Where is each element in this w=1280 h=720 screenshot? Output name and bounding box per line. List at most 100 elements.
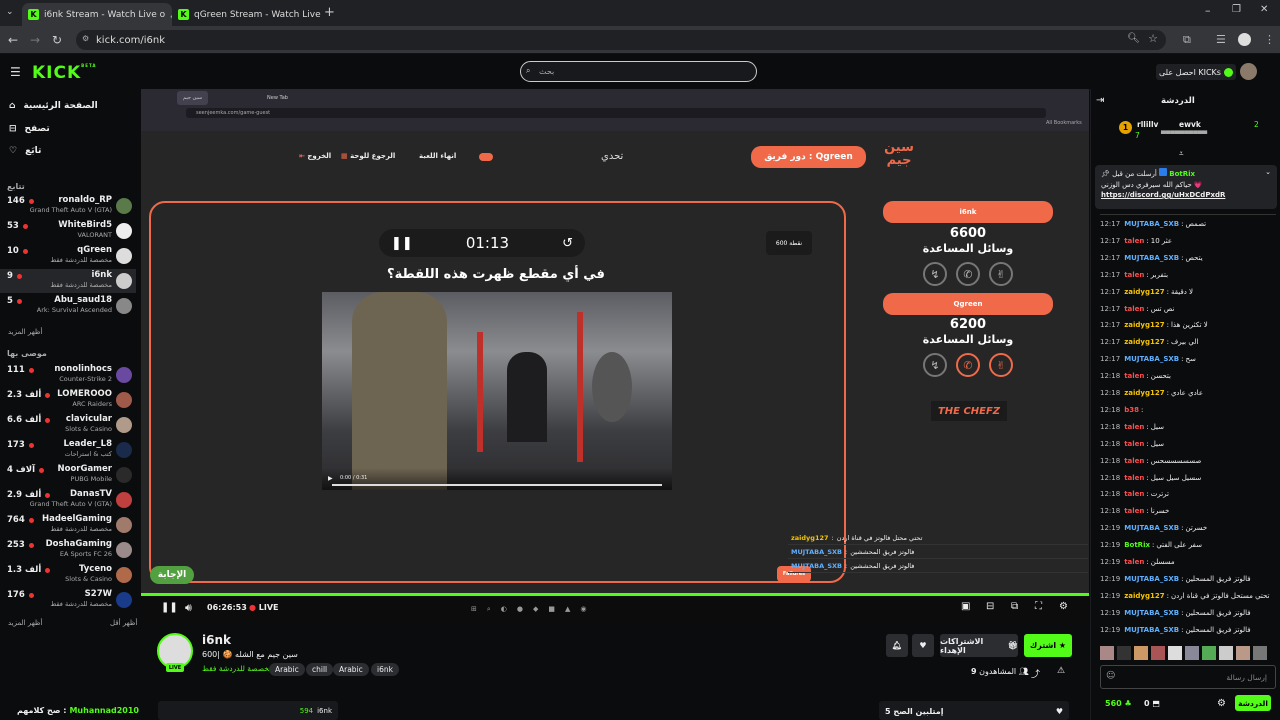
- player-progress[interactable]: [141, 593, 1089, 596]
- message-user[interactable]: MUJTABA_SXB: [1124, 609, 1179, 617]
- message-user[interactable]: MUJTABA_SXB: [1124, 575, 1179, 583]
- browser-tab-active[interactable]: K i6nk Stream - Watch Live o 🔈 ✕: [22, 3, 172, 26]
- message-user[interactable]: talen: [1124, 457, 1144, 465]
- sidebar-channel[interactable]: 2.3 ألف LOMEROOO ARC Raiders: [0, 388, 136, 412]
- back-icon[interactable]: ←: [8, 33, 18, 47]
- sidebar-channel-selected[interactable]: 9 i6nk مخصصة للدردشة فقط: [0, 269, 136, 293]
- channel-name[interactable]: i6nk: [202, 633, 231, 647]
- emote-icon[interactable]: [1185, 646, 1199, 660]
- minimize-icon[interactable]: –: [1205, 4, 1211, 17]
- message-user[interactable]: MUJTABA_SXB: [1124, 524, 1179, 532]
- sidebar-channel[interactable]: 4 آلاف NoorGamer PUBG Mobile: [0, 463, 136, 487]
- message-user[interactable]: zaidyg127: [1124, 321, 1164, 329]
- close-window-icon[interactable]: ✕: [1260, 4, 1268, 15]
- message-user[interactable]: zaidyg127: [1124, 389, 1164, 397]
- emote-icon[interactable]: [1134, 646, 1148, 660]
- subscribe-button[interactable]: اشترك ★: [1024, 634, 1072, 657]
- message-user[interactable]: talen: [1124, 237, 1144, 245]
- sidebar-channel[interactable]: 146 ronaldo_RP Grand Theft Auto V (GTA): [0, 194, 136, 218]
- emoji-icon[interactable]: ☺: [1106, 671, 1115, 681]
- emote-icon[interactable]: [1117, 646, 1131, 660]
- video-player[interactable]: سين جيم New Tab seenjeemka.com/game-gues…: [141, 89, 1089, 621]
- volume-icon[interactable]: 🔊︎: [185, 601, 192, 615]
- chat-input[interactable]: إرسال رسالة ☺: [1100, 665, 1276, 689]
- get-kicks-button[interactable]: احصل على KICKs: [1156, 64, 1236, 80]
- chat-settings-icon[interactable]: ⚙: [1217, 698, 1226, 709]
- pinned-message[interactable]: 📌︎ أرسلت من قبل BotRix ⌄ حياكم الله سيرف…: [1095, 165, 1277, 209]
- stream-category[interactable]: مخصصة للدردشة فقط: [202, 664, 273, 673]
- sidebar-channel[interactable]: 5 Abu_saud18 Ark: Survival Ascended: [0, 294, 136, 318]
- message-user[interactable]: talen: [1124, 474, 1144, 482]
- message-user[interactable]: talen: [1124, 372, 1144, 380]
- emote-icon[interactable]: [1168, 646, 1182, 660]
- message-user[interactable]: MUJTABA_SXB: [1124, 355, 1179, 363]
- sidebar-item-home[interactable]: ⌂ الصفحة الرئيسية: [9, 101, 98, 111]
- message-user[interactable]: talen: [1124, 507, 1144, 515]
- reload-icon[interactable]: ↻: [52, 33, 62, 47]
- message-user[interactable]: zaidyg127: [1124, 288, 1164, 296]
- notification-bell-button[interactable]: 🔔︎: [886, 634, 908, 657]
- theater-icon[interactable]: ⊟: [986, 601, 994, 612]
- sidebar-channel[interactable]: 53 WhiteBird5 VALORANT: [0, 219, 136, 243]
- stream-tag[interactable]: chill: [306, 663, 334, 676]
- settings-icon[interactable]: ⚙: [1059, 601, 1068, 612]
- report-icon[interactable]: ⚠: [1057, 666, 1065, 676]
- sidebar-item-browse[interactable]: ⊟ تصفح: [9, 124, 50, 134]
- address-bar[interactable]: ⚙ kick.com/i6nk 🔍︎ ☆: [76, 30, 1166, 50]
- new-tab-button[interactable]: +: [324, 5, 335, 20]
- sidebar-item-following[interactable]: ♡ تابَع: [9, 146, 41, 156]
- clip-icon[interactable]: ▣: [961, 601, 970, 612]
- stream-tag[interactable]: Arabic: [333, 663, 369, 676]
- media-icon[interactable]: ☰: [1216, 33, 1226, 46]
- kicks-count[interactable]: 0 ⬒: [1144, 699, 1160, 708]
- message-user[interactable]: b38: [1124, 406, 1139, 414]
- pinned-link[interactable]: https://discord.gg/uHxDCdPxdR: [1101, 191, 1271, 199]
- show-more-link[interactable]: أظهر المزيد: [8, 619, 42, 627]
- message-user[interactable]: zaidyg127: [1124, 592, 1164, 600]
- sidebar-channel[interactable]: 176 S27W مخصصة للدردشة فقط: [0, 588, 136, 612]
- sidebar-channel[interactable]: 1.3 ألف Tyceno Slots & Casino: [0, 563, 136, 587]
- collapse-chat-icon[interactable]: ⇥: [1096, 95, 1104, 106]
- forward-icon[interactable]: →: [30, 33, 40, 47]
- bookmark-star-icon[interactable]: ☆: [1148, 32, 1158, 45]
- message-user[interactable]: talen: [1124, 490, 1144, 498]
- sidebar-channel[interactable]: 2.9 ألف DanasTV Grand Theft Auto V (GTA): [0, 488, 136, 512]
- share-icon[interactable]: ⤴: [1031, 667, 1040, 680]
- profile-avatar[interactable]: [1238, 33, 1251, 46]
- emote-icon[interactable]: [1151, 646, 1165, 660]
- pip-icon[interactable]: ⧉: [1011, 601, 1018, 612]
- channel-points[interactable]: 560 ♣: [1105, 699, 1132, 708]
- stream-tag[interactable]: i6nk: [371, 663, 399, 676]
- show-more-link[interactable]: أظهر المزيد: [8, 328, 42, 336]
- stream-tag[interactable]: Arabic: [269, 663, 305, 676]
- message-user[interactable]: talen: [1124, 423, 1144, 431]
- user-avatar[interactable]: [1240, 63, 1257, 80]
- message-user[interactable]: MUJTABA_SXB: [1124, 220, 1179, 228]
- message-user[interactable]: MUJTABA_SXB: [1124, 254, 1179, 262]
- sidebar-channel[interactable]: 6.6 ألف clavicular Slots & Casino: [0, 413, 136, 437]
- search-input[interactable]: ⌕ بحث: [520, 61, 757, 82]
- emote-icon[interactable]: [1219, 646, 1233, 660]
- message-user[interactable]: BotRix: [1124, 541, 1150, 549]
- sidebar-channel[interactable]: 253 DoshaGaming EA Sports FC 26: [0, 538, 136, 562]
- message-user[interactable]: zaidyg127: [1124, 338, 1164, 346]
- fullscreen-icon[interactable]: ⛶: [1035, 601, 1042, 612]
- emote-icon[interactable]: [1100, 646, 1114, 660]
- message-user[interactable]: talen: [1124, 305, 1144, 313]
- emote-icon[interactable]: [1253, 646, 1267, 660]
- show-less-link[interactable]: أظهر أقل: [110, 619, 137, 627]
- menu-icon[interactable]: ⋮: [1264, 33, 1275, 46]
- sidebar-channel[interactable]: 111 nonolinhocs Counter-Strike 2: [0, 363, 136, 387]
- site-info-icon[interactable]: ⚙: [82, 34, 89, 43]
- send-chat-button[interactable]: الدردشة: [1235, 695, 1271, 711]
- message-user[interactable]: talen: [1124, 558, 1144, 566]
- message-user[interactable]: talen: [1124, 271, 1144, 279]
- browser-tab[interactable]: K qGreen Stream - Watch Live o ✕: [172, 3, 322, 26]
- emote-icon[interactable]: [1236, 646, 1250, 660]
- gift-subs-button[interactable]: الاشتراكات الإهداء 🎁︎: [940, 634, 1018, 657]
- sidebar-channel[interactable]: 764 HadeelGaming مخصصة للدردشة فقط: [0, 513, 136, 537]
- chevron-down-icon[interactable]: ⩡: [1179, 149, 1184, 159]
- emote-icon[interactable]: [1202, 646, 1216, 660]
- pause-button[interactable]: ❚❚: [161, 602, 178, 613]
- message-user[interactable]: MUJTABA_SXB: [1124, 626, 1179, 634]
